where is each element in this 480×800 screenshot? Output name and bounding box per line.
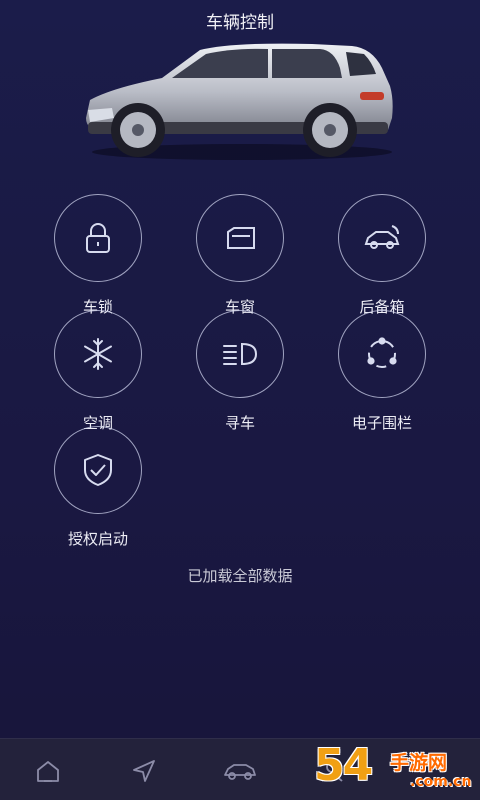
watermark-brand: 手游网: [390, 752, 448, 774]
navigation-tab[interactable]: [130, 757, 158, 785]
headlight-icon: [196, 310, 284, 398]
authorized-start-control-button[interactable]: 授权启动: [43, 426, 153, 549]
window-icon: [196, 194, 284, 282]
watermark-url: .com.cn: [410, 774, 472, 790]
page-title: 车辆控制: [206, 13, 274, 33]
lock-control-button[interactable]: 车锁: [43, 194, 153, 317]
shield-check-icon: [54, 426, 142, 514]
geofence-label: 电子围栏: [351, 414, 412, 432]
car-icon: [224, 764, 256, 780]
watermark-number: 54: [314, 740, 373, 791]
geofence-control-button[interactable]: 电子围栏: [327, 310, 437, 433]
trunk-control-button[interactable]: 后备箱: [327, 194, 437, 317]
find-car-label: 寻车: [224, 414, 255, 432]
lock-icon: [54, 194, 142, 282]
snowflake-icon: [54, 310, 142, 398]
authorized-start-label: 授权启动: [67, 530, 128, 548]
find-car-control-button[interactable]: 寻车: [185, 310, 295, 433]
trunk-icon: [338, 194, 426, 282]
status-text: 已加载全部数据: [187, 567, 293, 585]
window-control-button[interactable]: 车窗: [185, 194, 295, 317]
geofence-icon: [338, 310, 426, 398]
car-image: [72, 38, 408, 164]
ac-control-button[interactable]: 空调: [43, 310, 153, 433]
vehicle-tab[interactable]: [222, 757, 258, 785]
home-tab[interactable]: [34, 757, 62, 785]
home-icon: [37, 761, 59, 782]
site-watermark: 54 手游网 .com.cn: [314, 740, 476, 796]
navigation-icon: [133, 760, 155, 782]
